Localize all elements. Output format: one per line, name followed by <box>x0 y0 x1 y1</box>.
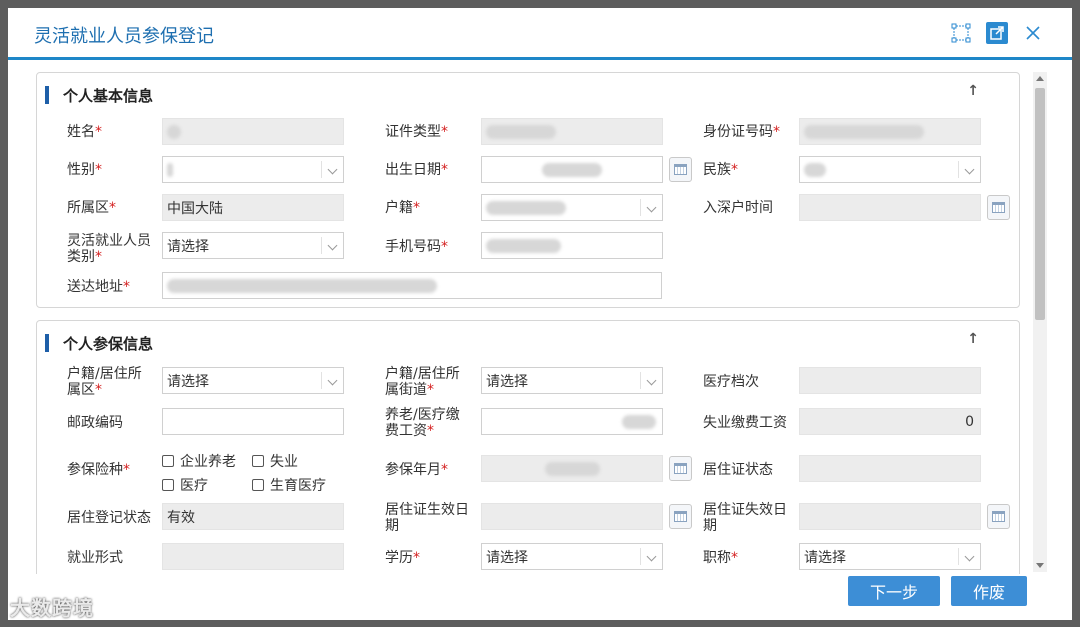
entry-date-field[interactable] <box>799 194 981 221</box>
insurance-info-panel: 个人参保信息 ↑ 户籍/居住所 属区* 请选择 户籍/居住所 属街道* 请选择 医疗… <box>36 320 1020 574</box>
wage-label: 养老/医疗缴 费工资* <box>385 407 460 439</box>
scroll-up-icon[interactable] <box>1036 76 1044 81</box>
permit-end-calendar-icon[interactable] <box>987 504 1010 529</box>
form-scroll-area: 个人基本信息 ↑ 姓名* 证件类型* 身份证号码* 性别* 出生日期* 民族* … <box>8 66 1072 574</box>
wage-field[interactable] <box>481 408 663 435</box>
medical-field[interactable] <box>799 367 981 394</box>
permit-status-field[interactable] <box>799 455 981 482</box>
region-label: 所属区* <box>67 200 116 216</box>
phone-field[interactable] <box>481 232 663 259</box>
ethnic-label: 民族* <box>703 162 738 178</box>
idtype-field[interactable] <box>481 118 663 145</box>
gender-select[interactable] <box>162 156 344 183</box>
address-field[interactable] <box>162 272 662 299</box>
district-select[interactable]: 请选择 <box>162 367 344 394</box>
entry-calendar-icon[interactable] <box>987 195 1010 220</box>
street-label: 户籍/居住所 属街道* <box>385 366 460 398</box>
huji-label: 户籍* <box>385 200 420 216</box>
void-button[interactable]: 作废 <box>951 576 1027 606</box>
ym-label: 参保年月* <box>385 462 448 478</box>
close-icon[interactable] <box>1022 22 1044 44</box>
insurance-info-header: 个人参保信息 <box>45 331 153 355</box>
unemp-wage-field[interactable]: 0 <box>799 408 981 435</box>
medical-label: 医疗档次 <box>703 374 759 390</box>
types-label: 参保险种* <box>67 462 130 478</box>
employment-field[interactable] <box>162 543 344 570</box>
district-label: 户籍/居住所 属区* <box>67 366 142 398</box>
basic-info-panel: 个人基本信息 ↑ 姓名* 证件类型* 身份证号码* 性别* 出生日期* 民族* … <box>36 72 1020 308</box>
insurance-info-title: 个人参保信息 <box>63 334 154 353</box>
reg-status-label: 居住登记状态 <box>67 510 151 526</box>
idno-label: 身份证号码* <box>703 124 780 140</box>
birth-date-field[interactable] <box>481 156 663 183</box>
permit-start-field[interactable] <box>481 503 663 530</box>
collapse-arrow-icon[interactable]: ↑ <box>967 83 979 99</box>
resize-icon[interactable] <box>950 22 972 44</box>
category-label: 灵活就业人员 类别* <box>67 233 151 265</box>
scrollbar-thumb[interactable] <box>1035 88 1045 320</box>
maternity-checkbox[interactable]: 生育医疗 <box>252 475 326 495</box>
vertical-scrollbar[interactable] <box>1033 72 1047 572</box>
region-field[interactable]: 中国大陆 <box>162 194 344 221</box>
huji-select[interactable] <box>481 194 663 221</box>
entry-label: 入深户时间 <box>703 200 773 216</box>
education-select[interactable]: 请选择 <box>481 543 663 570</box>
category-select[interactable]: 请选择 <box>162 232 344 259</box>
postal-label: 邮政编码 <box>67 415 123 431</box>
phone-label: 手机号码* <box>385 239 448 255</box>
registration-dialog: 灵活就业人员参保登记 个人基本信息 ↑ 姓名* 证件类型* 身份证号码* 性别*… <box>8 8 1072 620</box>
idno-field[interactable] <box>799 118 981 145</box>
permit-end-label: 居住证失效日期 <box>703 502 787 534</box>
medical-checkbox[interactable]: 医疗 <box>162 475 208 495</box>
birth-label: 出生日期* <box>385 162 448 178</box>
unemp-wage-label: 失业缴费工资 <box>703 415 787 431</box>
basic-info-title: 个人基本信息 <box>63 86 154 105</box>
pension-checkbox[interactable]: 企业养老 <box>162 451 236 471</box>
birth-calendar-icon[interactable] <box>669 157 692 182</box>
basic-info-header: 个人基本信息 <box>45 83 153 107</box>
dialog-title-bar: 灵活就业人员参保登记 <box>8 8 1072 60</box>
permit-start-label: 居住证生效日期 <box>385 502 469 534</box>
dialog-title: 灵活就业人员参保登记 <box>34 26 214 47</box>
popout-icon[interactable] <box>986 22 1008 44</box>
permit-status-label: 居住证状态 <box>703 462 773 478</box>
unemployment-checkbox[interactable]: 失业 <box>252 451 298 471</box>
name-label: 姓名* <box>67 124 102 140</box>
street-select[interactable]: 请选择 <box>481 367 663 394</box>
ethnic-select[interactable] <box>799 156 981 183</box>
gender-label: 性别* <box>67 162 102 178</box>
permit-start-calendar-icon[interactable] <box>669 504 692 529</box>
scroll-down-icon[interactable] <box>1036 563 1044 568</box>
ym-calendar-icon[interactable] <box>669 456 692 481</box>
employment-label: 就业形式 <box>67 550 123 566</box>
ym-field[interactable] <box>481 455 663 482</box>
title-select[interactable]: 请选择 <box>799 543 981 570</box>
education-label: 学历* <box>385 550 420 566</box>
reg-status-field[interactable]: 有效 <box>162 503 344 530</box>
next-button[interactable]: 下一步 <box>848 576 940 606</box>
name-field[interactable] <box>162 118 344 145</box>
address-label: 送达地址* <box>67 279 130 295</box>
collapse-arrow-icon[interactable]: ↑ <box>967 331 979 347</box>
postal-field[interactable] <box>162 408 344 435</box>
watermark: 大数跨境 <box>10 596 94 620</box>
permit-end-field[interactable] <box>799 503 981 530</box>
idtype-label: 证件类型* <box>385 124 448 140</box>
title-label: 职称* <box>703 550 738 566</box>
